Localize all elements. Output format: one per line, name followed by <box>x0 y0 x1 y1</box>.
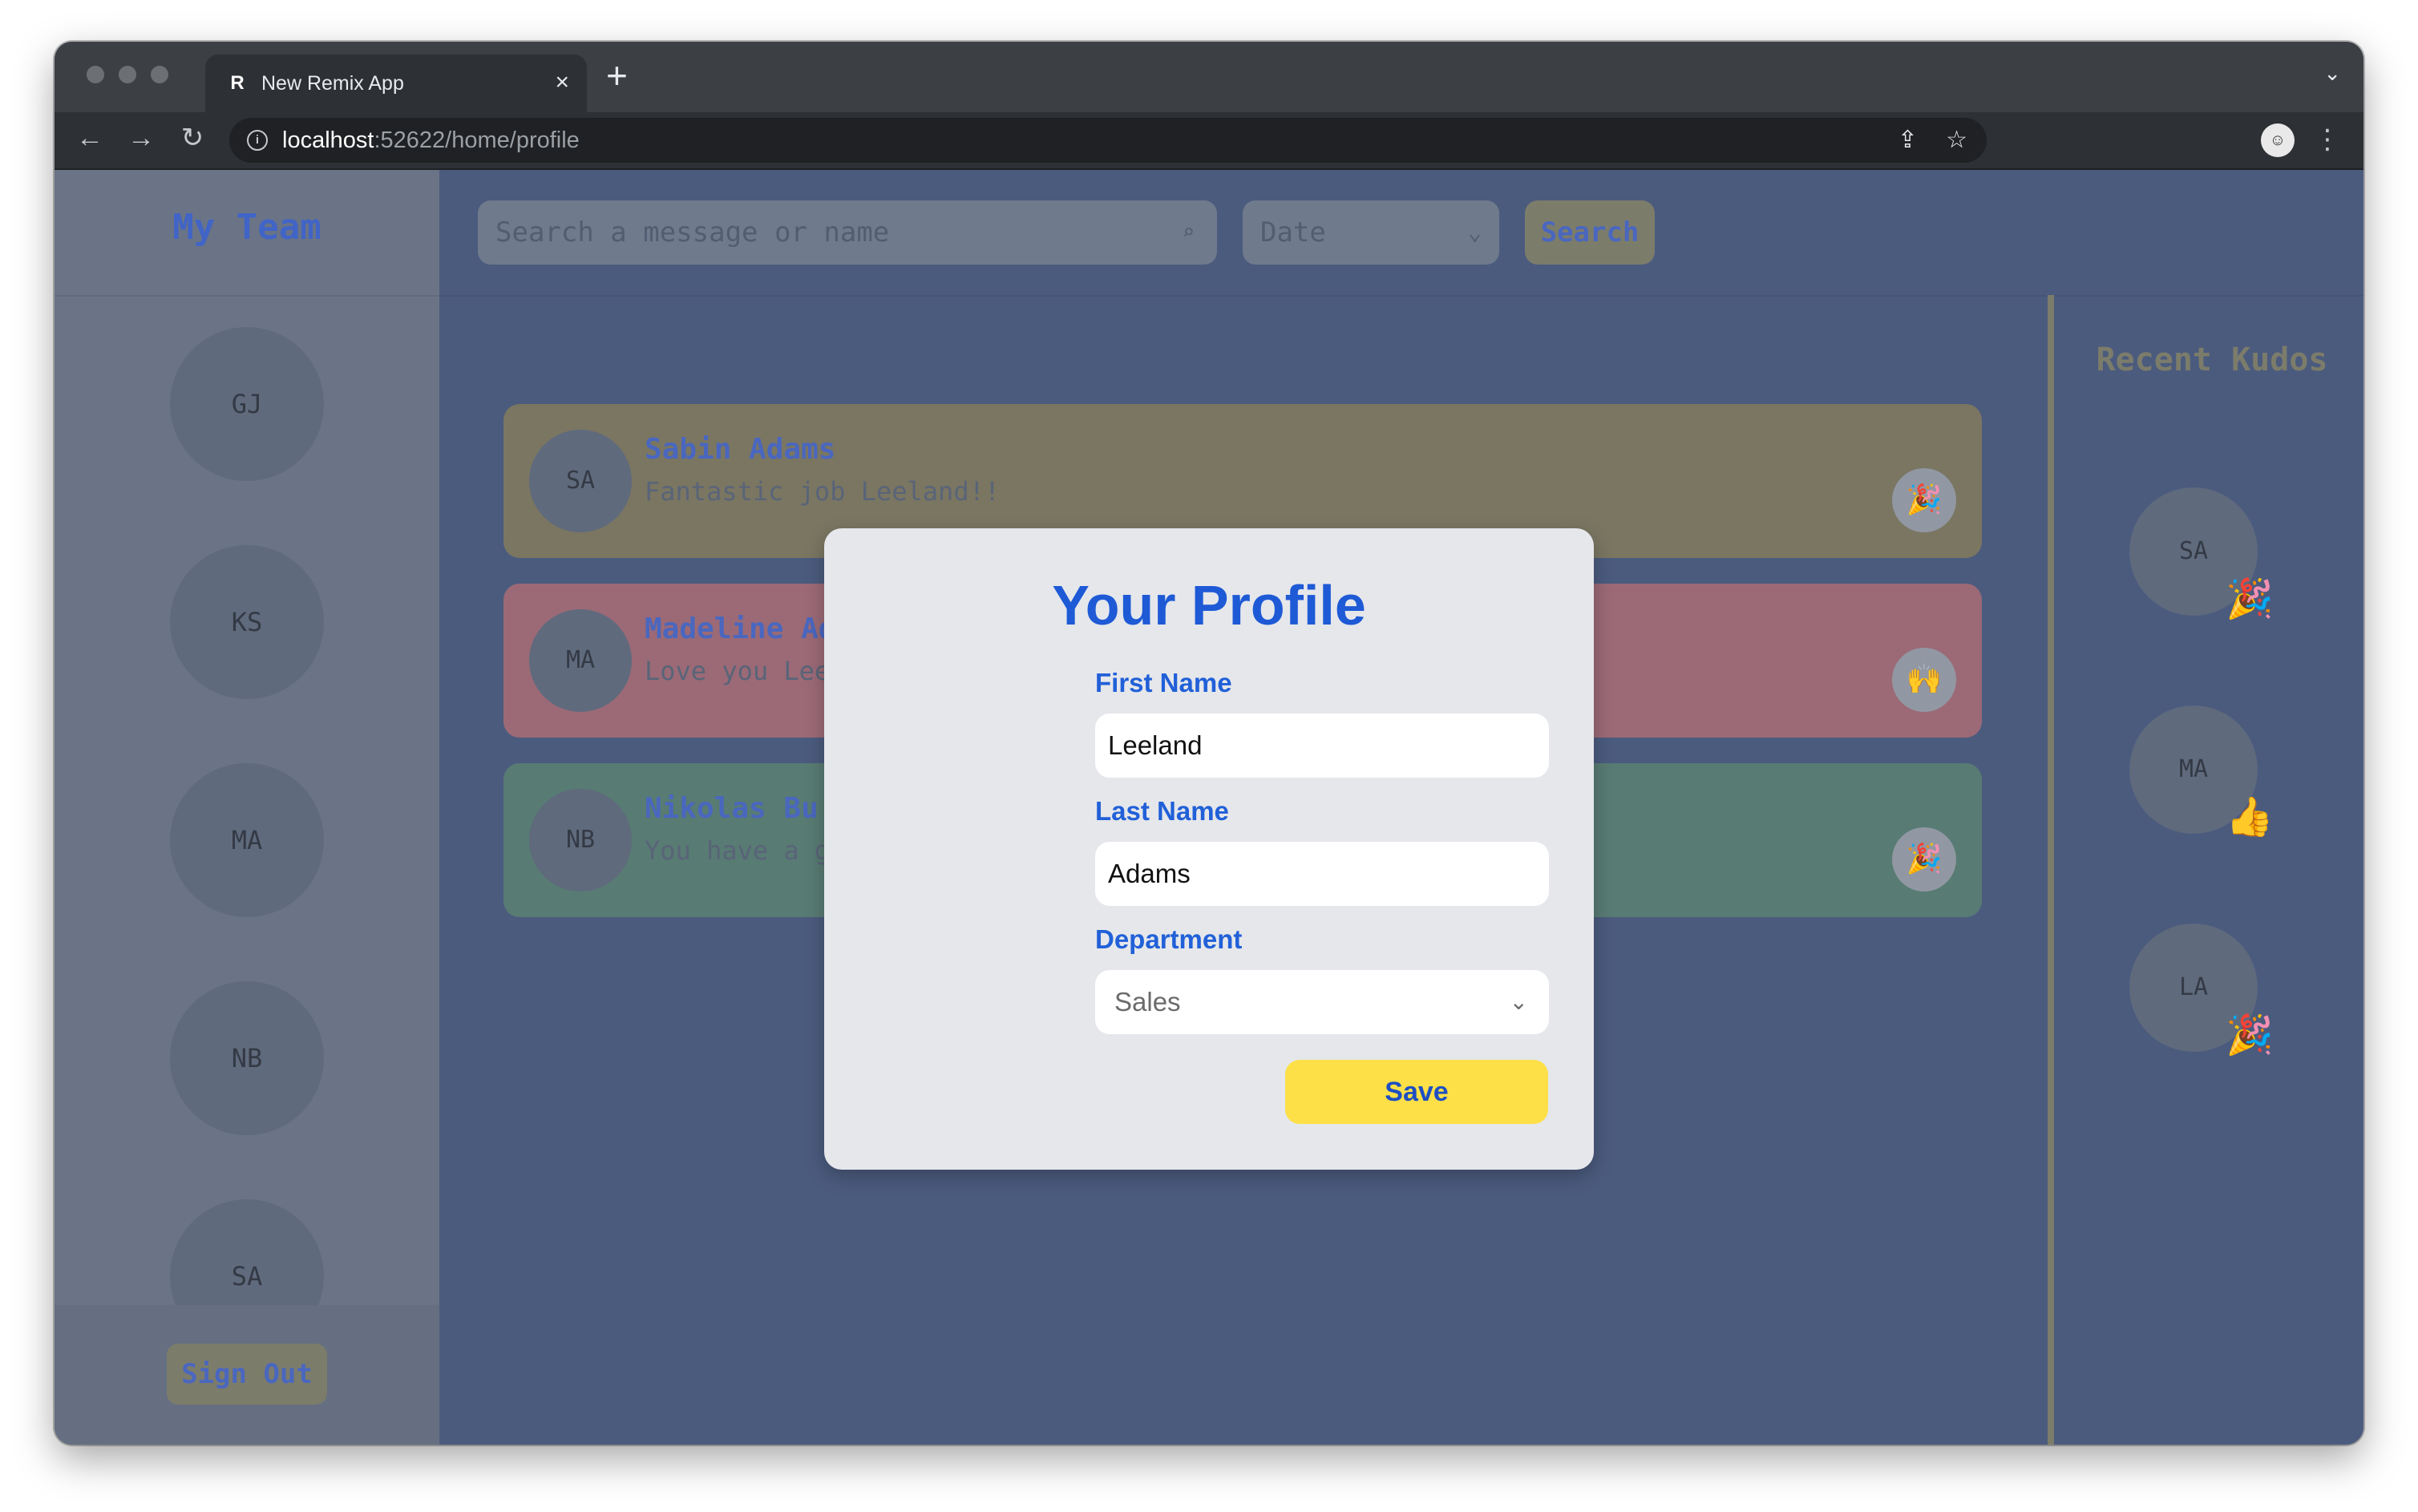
save-button[interactable]: Save <box>1285 1060 1548 1124</box>
app-page: My Team GJ KS MA NB SA Sign Out Search a… <box>55 170 2363 1445</box>
first-name-field[interactable]: Leeland <box>1095 714 1549 778</box>
share-icon[interactable]: ⇪ <box>1898 126 1918 155</box>
last-name-label: Last Name <box>1095 796 1229 826</box>
department-select[interactable]: Sales ⌄ <box>1095 970 1549 1034</box>
department-label: Department <box>1095 924 1243 954</box>
tab-close-icon[interactable]: × <box>555 69 569 96</box>
url-host: localhost <box>282 127 374 153</box>
first-name-label: First Name <box>1095 668 1232 697</box>
last-name-field[interactable]: Adams <box>1095 842 1549 906</box>
last-name-value: Adams <box>1108 859 1191 888</box>
new-tab-icon[interactable]: + <box>606 55 628 96</box>
remix-favicon-icon: R <box>230 72 245 94</box>
browser-toolbar: ← → ↻ i localhost:52622/home/profile ⇪ ☆… <box>55 112 2363 170</box>
minimize-window-button[interactable] <box>119 66 136 83</box>
browser-tab[interactable]: R New Remix App × <box>205 55 587 112</box>
tab-title: New Remix App <box>261 72 404 95</box>
url-path: :52622/home/profile <box>374 127 580 153</box>
chevron-down-icon: ⌄ <box>1509 989 1528 1014</box>
address-bar[interactable]: i localhost:52622/home/profile ⇪ ☆ <box>229 118 1987 163</box>
profile-modal: Your Profile First Name Leeland Last Nam… <box>824 528 1594 1170</box>
department-value: Sales <box>1114 987 1181 1017</box>
tab-list-chevron-icon[interactable]: ⌄ <box>2323 61 2341 86</box>
bookmark-star-icon[interactable]: ☆ <box>1946 126 1967 155</box>
maximize-window-button[interactable] <box>151 66 168 83</box>
site-info-icon[interactable]: i <box>247 130 268 151</box>
browser-menu-icon[interactable]: ⋮ <box>2314 122 2341 157</box>
back-icon[interactable]: ← <box>72 120 107 156</box>
browser-window: R New Remix App × + ⌄ ← → ↻ i localhost:… <box>55 42 2363 1445</box>
url-text: localhost:52622/home/profile <box>282 127 580 154</box>
first-name-value: Leeland <box>1108 730 1203 760</box>
reload-icon[interactable]: ↻ <box>175 120 210 156</box>
browser-profile-avatar[interactable]: ☺ <box>2261 123 2295 157</box>
forward-icon[interactable]: → <box>123 120 159 156</box>
close-window-button[interactable] <box>87 66 104 83</box>
tab-bar: R New Remix App × + ⌄ <box>55 42 2363 112</box>
modal-title: Your Profile <box>1052 574 1366 637</box>
